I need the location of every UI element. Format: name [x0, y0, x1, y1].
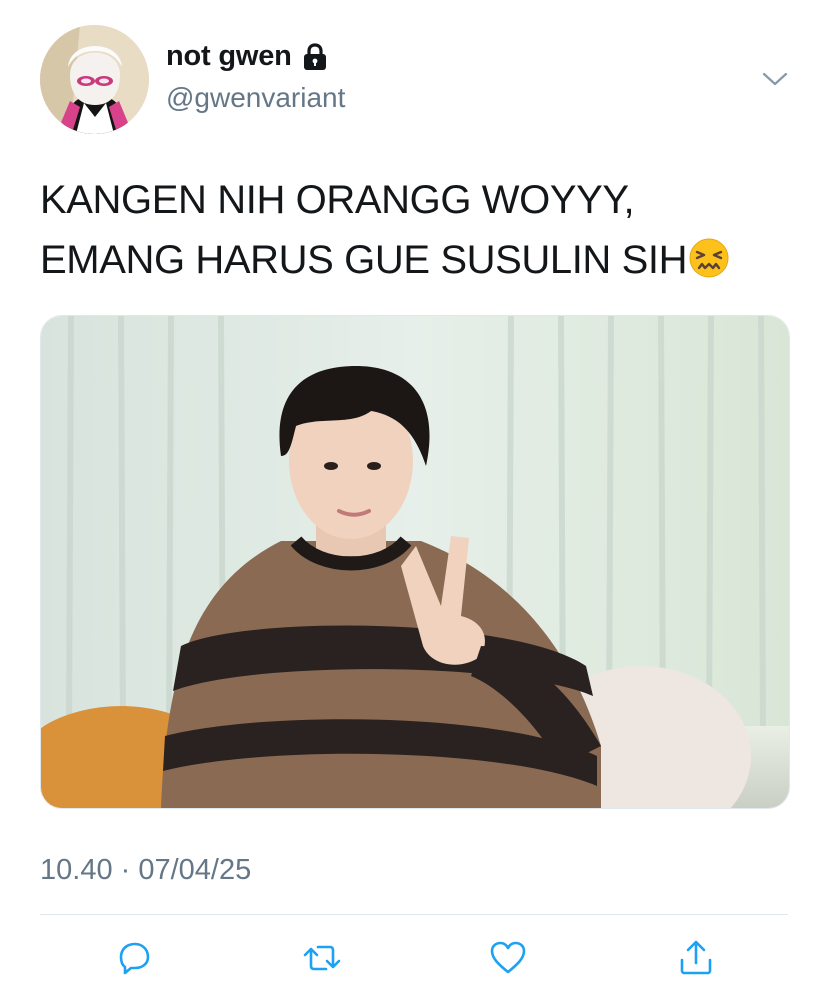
retweet-icon: [303, 945, 341, 971]
display-name[interactable]: not gwen: [166, 40, 292, 73]
like-icon: [490, 941, 526, 974]
user-name-row[interactable]: not gwen: [166, 40, 328, 73]
photo-person-peace-sign-icon: [41, 316, 789, 808]
tweet-line-2-container: EMANG HARUS GUE SUSULIN SIH: [40, 230, 800, 290]
chevron-down-icon[interactable]: [760, 64, 790, 94]
confounded-face-emoji-icon: [688, 236, 730, 278]
like-button[interactable]: [488, 938, 528, 978]
lock-icon: [302, 42, 328, 72]
retweet-button[interactable]: [302, 938, 342, 978]
share-button[interactable]: [676, 938, 716, 978]
divider: [40, 914, 788, 915]
tweet-timestamp[interactable]: 10.40 · 07/04/25: [40, 854, 251, 887]
reply-button[interactable]: [114, 938, 154, 978]
reply-icon: [119, 942, 150, 975]
avatar[interactable]: [40, 25, 149, 134]
tweet-photo[interactable]: [40, 315, 790, 809]
tweet-line-1: KANGEN NIH ORANGG WOYYY,: [40, 178, 635, 222]
user-handle[interactable]: @gwenvariant: [166, 82, 345, 114]
tweet-line-2: EMANG HARUS GUE SUSULIN SIH: [40, 238, 688, 282]
share-icon: [680, 940, 712, 975]
tweet-text: KANGEN NIH ORANGG WOYYY, EMANG HARUS GUE…: [40, 170, 800, 290]
spider-gwen-avatar-icon: [40, 25, 149, 134]
